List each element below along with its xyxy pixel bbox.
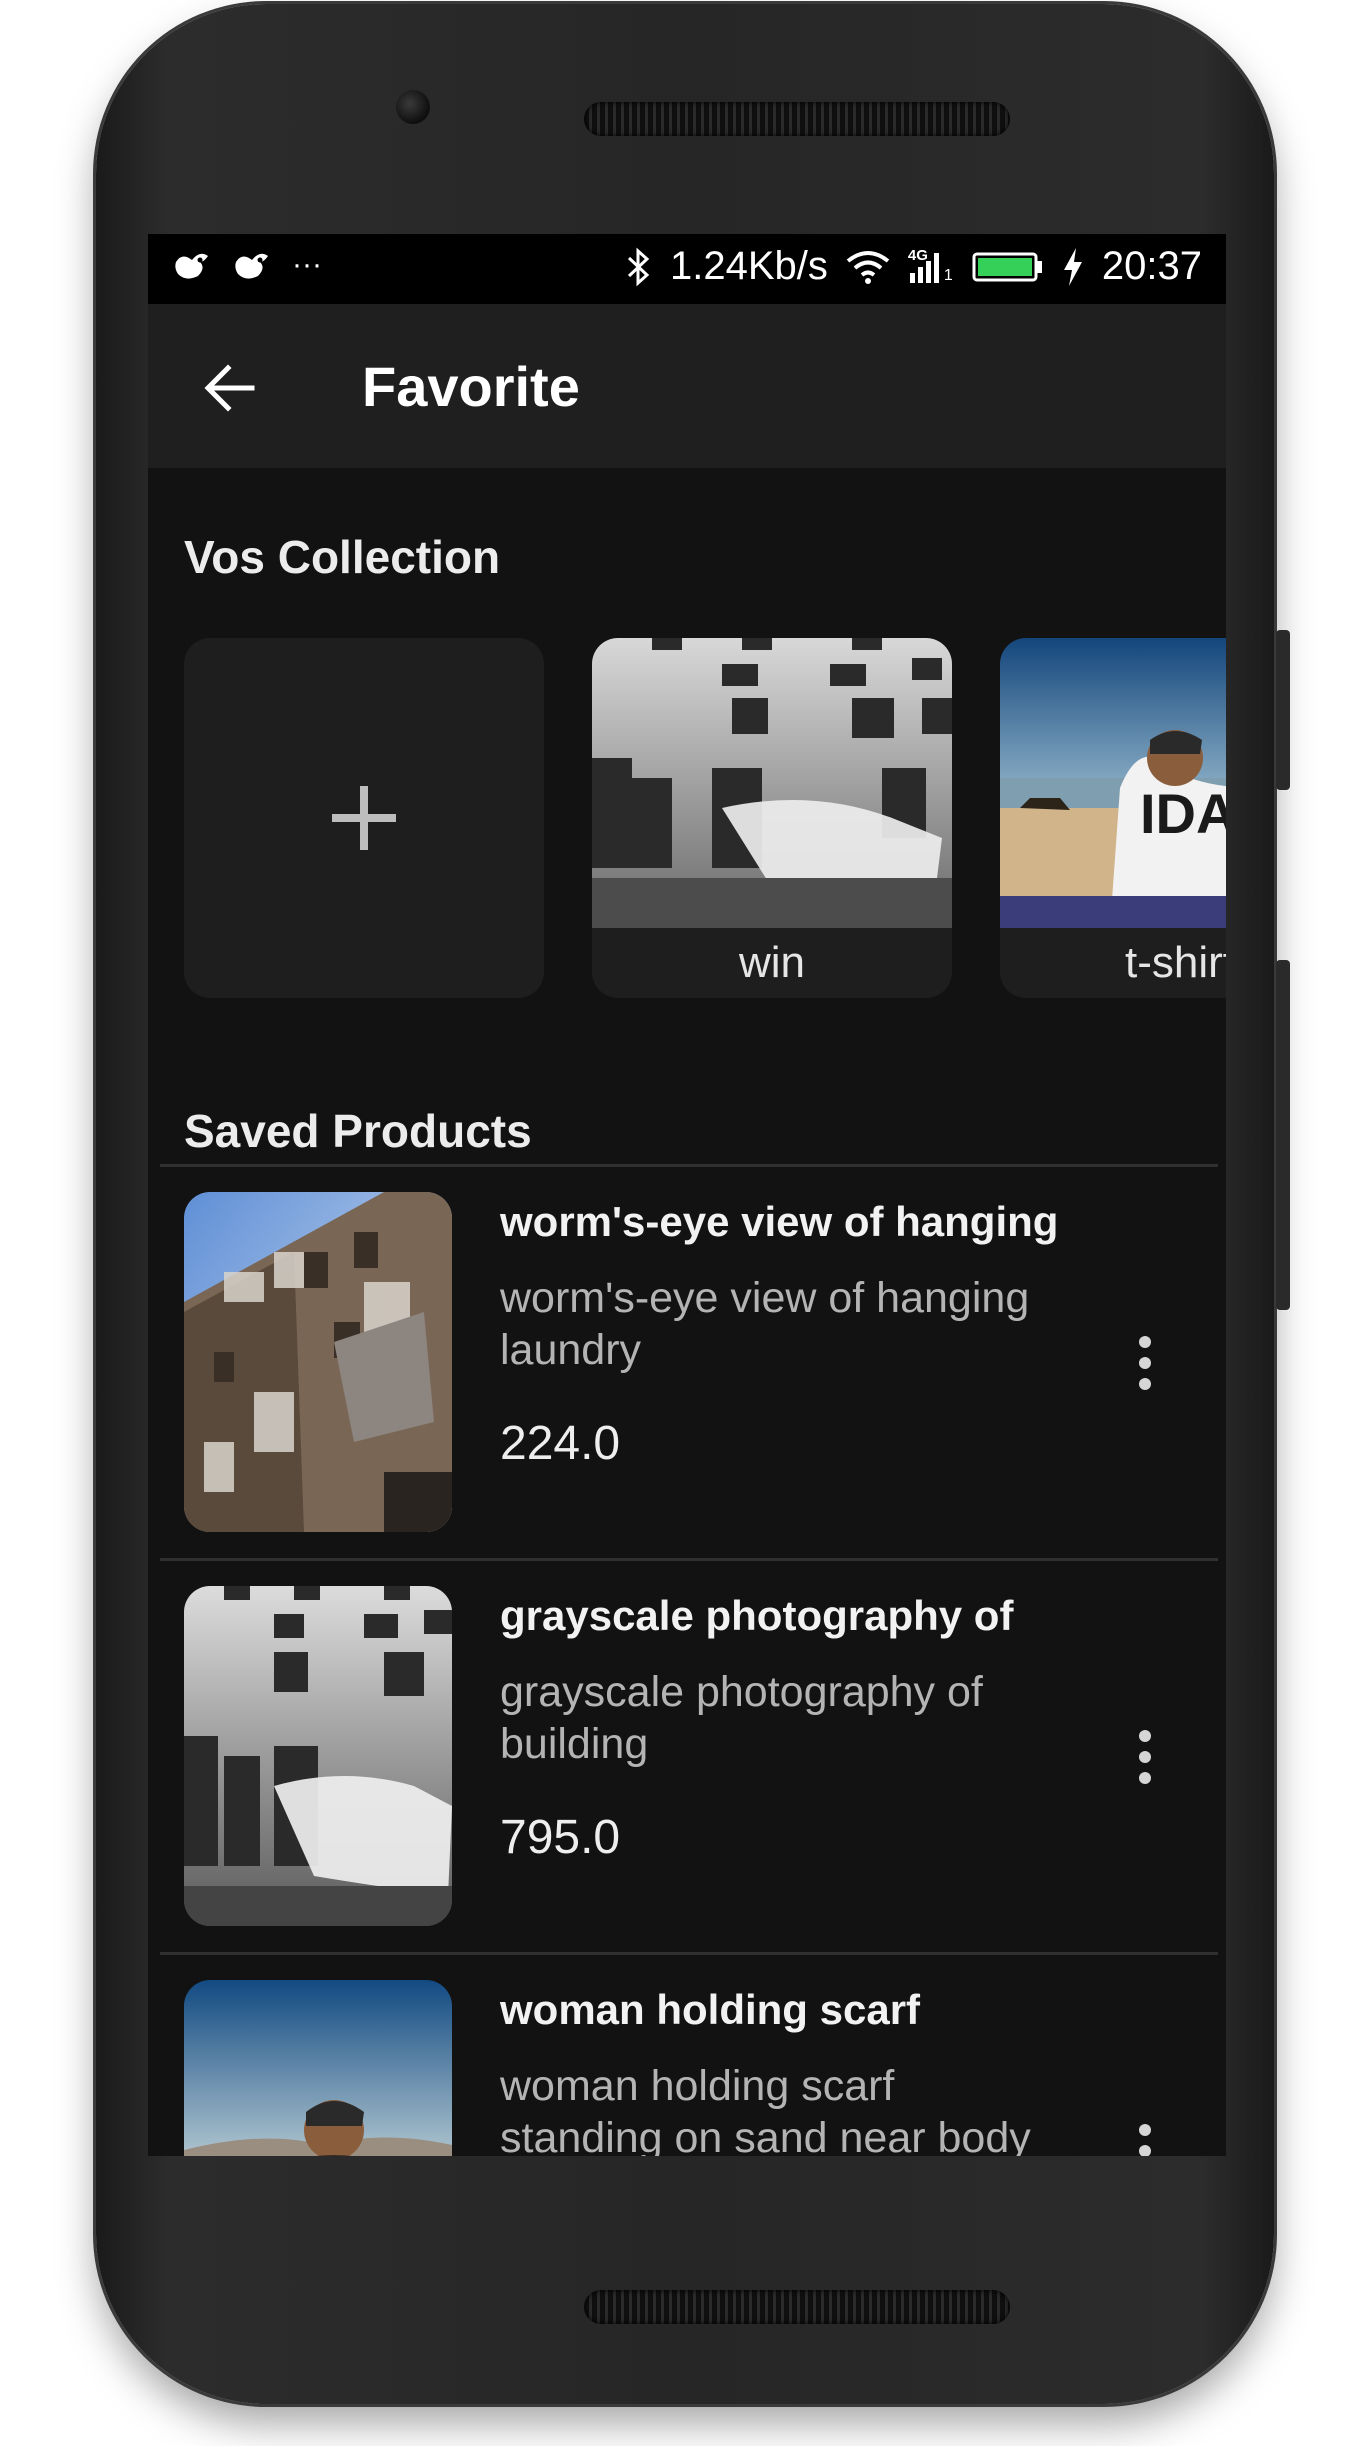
bird-notification-icon (175, 253, 208, 279)
collection-card-win[interactable]: win (592, 638, 952, 998)
product-thumbnail (184, 1192, 452, 1532)
product-thumbnail (184, 1980, 452, 2156)
product-row[interactable]: grayscale photography of grayscale photo… (148, 1562, 1226, 1952)
product-thumbnail (184, 1586, 452, 1926)
bluetooth-icon (627, 247, 650, 286)
battery-icon (972, 252, 1042, 281)
bird-notification-icon (235, 253, 268, 279)
product-title: worm's-eye view of hanging (500, 1198, 1059, 1245)
back-button[interactable] (200, 358, 260, 418)
collection-card-t-shirt[interactable]: IDAS t-shirt (1000, 638, 1226, 998)
product-title: grayscale photography of (500, 1592, 1014, 1639)
status-bar: ··· 1.24Kb/s 4G 1 20:37 (148, 234, 1226, 304)
collection-heading: Vos Collection (184, 531, 501, 583)
more-vert-icon (1139, 2124, 1151, 2136)
notification-icons: ··· (172, 248, 322, 282)
front-camera (396, 90, 430, 124)
divider (160, 1952, 1218, 1955)
product-description: woman holding scarf standing on sand nea… (500, 2062, 1031, 2156)
product-description: grayscale photography of building (500, 1668, 983, 1768)
product-row[interactable]: woman holding scarf woman holding scarf … (148, 1956, 1226, 2156)
plus-icon (332, 786, 396, 850)
arrow-back-icon (204, 364, 255, 412)
collection-thumbnail-building (592, 638, 952, 928)
top-speaker-grille (584, 102, 1010, 136)
product-description: worm's-eye view of hanging laundry (500, 1274, 1030, 1374)
status-indicators: 1.24Kb/s 4G 1 20:37 (626, 244, 1202, 289)
divider (160, 1558, 1218, 1561)
clock: 20:37 (1101, 244, 1202, 288)
more-options-button[interactable] (1138, 1336, 1152, 1390)
more-notifications-indicator: ··· (292, 248, 322, 281)
add-collection-button[interactable] (184, 638, 544, 998)
collection-label: win (738, 938, 806, 987)
screen: ··· 1.24Kb/s 4G 1 20:37 Favorite Vos Col… (148, 234, 1226, 2156)
more-options-button[interactable] (1138, 1730, 1152, 1784)
more-vert-icon (1139, 1730, 1151, 1742)
volume-button[interactable] (1276, 960, 1290, 1310)
product-row[interactable]: worm's-eye view of hanging worm's-eye vi… (148, 1168, 1226, 1558)
divider (160, 1164, 1218, 1167)
product-price: 224.0 (500, 1417, 621, 1470)
product-price: 795.0 (500, 1811, 621, 1864)
more-vert-icon (1139, 1336, 1151, 1348)
power-button[interactable] (1276, 630, 1290, 790)
product-title: woman holding scarf (500, 1986, 921, 2033)
collection-thumbnail-woman: IDAS (1000, 638, 1226, 928)
more-options-button[interactable] (1138, 2124, 1152, 2156)
cell-signal-icon: 4G 1 (908, 247, 954, 287)
collection-label: t-shirt (1125, 938, 1226, 987)
wifi-icon (846, 250, 890, 284)
saved-products-heading: Saved Products (184, 1105, 532, 1157)
charging-bolt-icon (1063, 247, 1082, 286)
sim-slot-label: 1 (943, 266, 953, 284)
bottom-speaker-grille (584, 2290, 1010, 2324)
network-speed: 1.24Kb/s (670, 244, 828, 288)
app-bar: Favorite (148, 304, 1226, 468)
page-title: Favorite (362, 355, 580, 418)
svg-text:IDAS: IDAS (1140, 782, 1226, 845)
